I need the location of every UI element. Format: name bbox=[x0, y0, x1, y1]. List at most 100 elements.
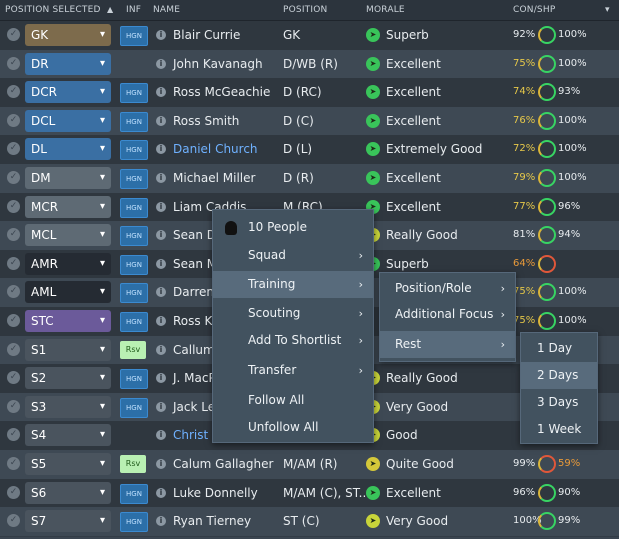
player-name[interactable]: Callum bbox=[173, 343, 215, 357]
info-icon[interactable]: i bbox=[156, 516, 166, 527]
row-select-check-icon[interactable]: ✓ bbox=[7, 56, 20, 70]
info-icon[interactable]: i bbox=[156, 201, 166, 212]
train-menu-item[interactable]: Rest › bbox=[380, 331, 515, 358]
table-row[interactable]: ✓ S6 ▾ HGN i Luke Donnelly M/AM (C), ST... ➤ Exc… bbox=[0, 478, 619, 509]
position-dropdown[interactable]: S6 ▾ bbox=[25, 481, 111, 504]
player-name[interactable]: Darren bbox=[173, 285, 214, 299]
info-icon[interactable]: i bbox=[156, 30, 166, 40]
position-dropdown[interactable]: DL ▾ bbox=[25, 138, 111, 161]
row-select-check-icon[interactable]: ✓ bbox=[7, 314, 20, 327]
table-row[interactable]: ✓ DM ▾ HGN i Michael Miller D (R) ➤ Excellent 79%… bbox=[0, 164, 619, 194]
position-dropdown[interactable]: STC ▾ bbox=[25, 310, 111, 332]
row-select-check-icon[interactable]: ✓ bbox=[7, 399, 20, 413]
player-name[interactable]: Ryan Tierney bbox=[173, 514, 251, 528]
player-name[interactable]: Calum Gallagher bbox=[173, 457, 273, 471]
row-select-check-icon[interactable]: ✓ bbox=[7, 285, 20, 299]
player-name[interactable]: Luke Donnelly bbox=[173, 486, 258, 500]
info-icon[interactable]: i bbox=[156, 373, 166, 384]
player-name[interactable]: Sean M bbox=[173, 257, 217, 271]
train-menu-item[interactable]: Position/Role › bbox=[380, 275, 515, 302]
rest-menu-item[interactable]: 1 Day bbox=[521, 335, 597, 362]
info-icon[interactable]: i bbox=[156, 344, 166, 355]
row-select-check-icon[interactable]: ✓ bbox=[7, 228, 20, 242]
ctx-menu-item[interactable]: Scouting › bbox=[213, 300, 373, 327]
table-row[interactable]: ✓ S7 ▾ HGN i Ryan Tierney ST (C) ➤ Very Good 100%… bbox=[0, 507, 619, 537]
info-icon[interactable]: i bbox=[156, 258, 166, 269]
ctx-menu-item[interactable]: Unfollow All bbox=[213, 414, 373, 441]
info-icon[interactable]: i bbox=[156, 459, 166, 469]
table-row[interactable]: ✓ DL ▾ HGN i Daniel Church D (L) ➤ Extremely Goo… bbox=[0, 135, 619, 165]
info-icon[interactable]: i bbox=[156, 316, 166, 326]
ctx-menu-item[interactable]: Transfer › bbox=[213, 357, 373, 384]
player-name[interactable]: Michael Miller bbox=[173, 171, 255, 185]
table-row[interactable]: ✓ S5 ▾ Rsv i Calum Gallagher M/AM (R) ➤ Quite Go… bbox=[0, 450, 619, 480]
position-dropdown[interactable]: S2 ▾ bbox=[25, 367, 111, 390]
position-dropdown[interactable]: DCR ▾ bbox=[25, 81, 111, 104]
info-icon[interactable]: i bbox=[156, 230, 166, 241]
position-dropdown[interactable]: S5 ▾ bbox=[25, 453, 111, 475]
row-select-check-icon[interactable]: ✓ bbox=[7, 342, 20, 356]
col-con-shp[interactable]: CON/SHP bbox=[513, 5, 555, 15]
info-icon[interactable]: i bbox=[156, 430, 166, 441]
row-select-check-icon[interactable]: ✓ bbox=[7, 85, 20, 99]
info-icon[interactable]: i bbox=[156, 87, 166, 98]
info-icon[interactable]: i bbox=[156, 58, 166, 69]
row-select-check-icon[interactable]: ✓ bbox=[7, 514, 20, 528]
row-select-check-icon[interactable]: ✓ bbox=[7, 485, 20, 499]
info-icon[interactable]: i bbox=[156, 401, 166, 412]
row-select-check-icon[interactable]: ✓ bbox=[7, 428, 20, 442]
column-menu-icon[interactable]: ▾ bbox=[605, 5, 610, 15]
position-dropdown[interactable]: S7 ▾ bbox=[25, 510, 111, 533]
table-row[interactable]: ✓ DCR ▾ HGN i Ross McGeachie D (RC) ➤ Excellent 7… bbox=[0, 78, 619, 108]
position-dropdown[interactable]: AMR ▾ bbox=[25, 252, 111, 275]
position-dropdown[interactable]: MCR ▾ bbox=[25, 195, 111, 218]
position-dropdown[interactable]: GK ▾ bbox=[25, 24, 111, 46]
table-row[interactable]: ✓ GK ▾ HGN i Blair Currie GK ➤ Superb 92% 100% bbox=[0, 21, 619, 51]
table-row[interactable]: ✓ DR ▾ i John Kavanagh D/WB (R) ➤ Excellent 75% 1… bbox=[0, 49, 619, 80]
player-name[interactable]: Blair Currie bbox=[173, 28, 240, 42]
rest-menu-item[interactable]: 1 Week bbox=[521, 416, 597, 443]
info-icon[interactable]: i bbox=[156, 487, 166, 498]
player-name[interactable]: John Kavanagh bbox=[173, 57, 263, 71]
row-select-check-icon[interactable]: ✓ bbox=[7, 28, 20, 41]
train-menu-item[interactable]: Additional Focus › bbox=[380, 301, 515, 328]
info-icon[interactable]: i bbox=[156, 115, 166, 126]
row-select-check-icon[interactable]: ✓ bbox=[7, 113, 20, 127]
col-morale[interactable]: MORALE bbox=[366, 5, 405, 15]
position-dropdown[interactable]: S3 ▾ bbox=[25, 395, 111, 418]
info-icon[interactable]: i bbox=[156, 173, 166, 183]
position-dropdown[interactable]: S1 ▾ bbox=[25, 338, 111, 361]
player-name[interactable]: Ross Smith bbox=[173, 114, 239, 128]
ctx-menu-item[interactable]: Training › bbox=[213, 271, 373, 298]
position-dropdown[interactable]: MCL ▾ bbox=[25, 224, 111, 247]
row-select-check-icon[interactable]: ✓ bbox=[7, 171, 20, 184]
player-name[interactable]: Ross McGeachie bbox=[173, 85, 270, 99]
rest-menu-item[interactable]: 2 Days bbox=[521, 362, 597, 389]
row-select-check-icon[interactable]: ✓ bbox=[7, 457, 20, 470]
rest-menu-item[interactable]: 3 Days bbox=[521, 389, 597, 416]
col-position[interactable]: POSITION bbox=[283, 5, 327, 15]
table-row[interactable]: ✓ DCL ▾ HGN i Ross Smith D (C) ➤ Excellent 76% 100… bbox=[0, 106, 619, 137]
ctx-menu-item[interactable]: Add To Shortlist › bbox=[213, 327, 373, 354]
ctx-menu-item[interactable]: Squad › bbox=[213, 242, 373, 269]
player-name[interactable]: Jack Le bbox=[173, 400, 215, 414]
sort-arrow-icon[interactable]: ▲ bbox=[107, 5, 113, 14]
info-icon[interactable]: i bbox=[156, 144, 166, 155]
player-name[interactable]: Sean D bbox=[173, 228, 216, 242]
row-select-check-icon[interactable]: ✓ bbox=[7, 142, 20, 156]
position-dropdown[interactable]: DM ▾ bbox=[25, 167, 111, 189]
position-dropdown[interactable]: DCL ▾ bbox=[25, 109, 111, 132]
row-select-check-icon[interactable]: ✓ bbox=[7, 199, 20, 213]
row-select-check-icon[interactable]: ✓ bbox=[7, 371, 20, 385]
player-name[interactable]: J. MacP bbox=[173, 371, 216, 385]
info-icon[interactable]: i bbox=[156, 287, 166, 298]
col-position-selected[interactable]: POSITION SELECTED bbox=[5, 5, 101, 15]
position-dropdown[interactable]: AML ▾ bbox=[25, 281, 111, 304]
col-name[interactable]: NAME bbox=[153, 5, 180, 15]
col-inf[interactable]: INF bbox=[126, 5, 141, 15]
ctx-menu-item[interactable]: Follow All bbox=[213, 387, 373, 414]
player-name[interactable]: Daniel Church bbox=[173, 142, 258, 156]
position-dropdown[interactable]: S4 ▾ bbox=[25, 424, 111, 447]
position-dropdown[interactable]: DR ▾ bbox=[25, 52, 111, 75]
row-select-check-icon[interactable]: ✓ bbox=[7, 256, 20, 270]
